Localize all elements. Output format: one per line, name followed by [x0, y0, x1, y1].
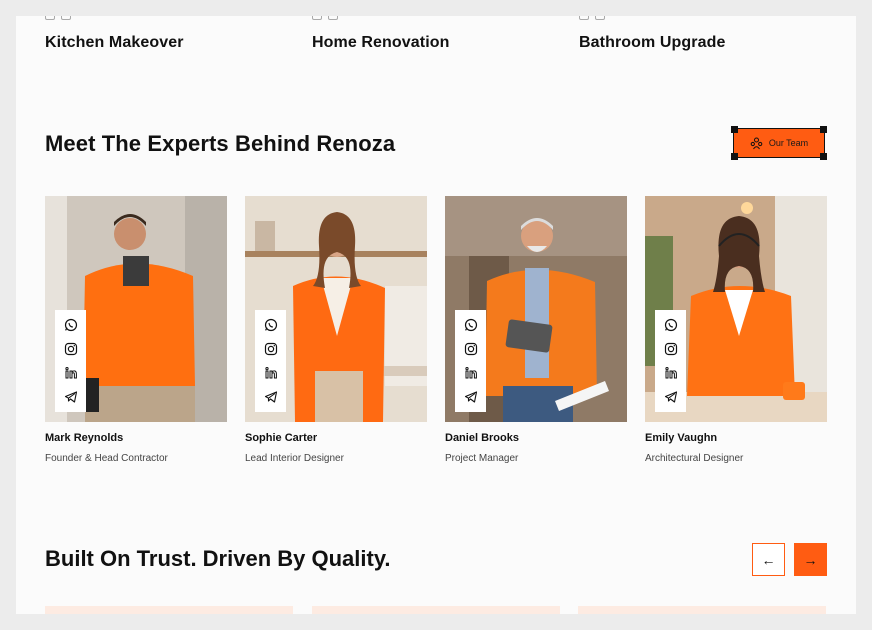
- prev-arrow-button[interactable]: ←: [752, 543, 785, 576]
- testimonial-card: [578, 606, 826, 614]
- testimonial-card: [45, 606, 293, 614]
- resize-handle[interactable]: [731, 153, 738, 160]
- linkedin-icon[interactable]: [64, 366, 78, 380]
- page: Kitchen Makeover Home Renovation Bathroo…: [16, 16, 856, 614]
- arrow-right-icon: →: [803, 551, 818, 568]
- testimonial-card: [312, 606, 560, 614]
- project-card[interactable]: Kitchen Makeover: [45, 16, 285, 76]
- linkedin-icon[interactable]: [664, 366, 678, 380]
- project-name[interactable]: Bathroom Upgrade: [579, 34, 726, 52]
- project-name[interactable]: Kitchen Makeover: [45, 34, 184, 52]
- location-icon: [45, 16, 55, 20]
- expert-photo[interactable]: [645, 196, 827, 422]
- telegram-icon[interactable]: [664, 390, 678, 404]
- expert-card[interactable]: Mark Reynolds Founder & Head Contractor: [45, 196, 227, 464]
- telegram-icon[interactable]: [64, 390, 78, 404]
- instagram-icon[interactable]: [464, 342, 478, 356]
- expert-role: Architectural Designer: [645, 453, 744, 464]
- resize-handle[interactable]: [731, 126, 738, 133]
- instagram-icon[interactable]: [64, 342, 78, 356]
- project-card[interactable]: Bathroom Upgrade: [579, 16, 819, 76]
- telegram-icon[interactable]: [464, 390, 478, 404]
- linkedin-icon[interactable]: [264, 366, 278, 380]
- expert-role: Founder & Head Contractor: [45, 453, 168, 464]
- social-links: [655, 310, 686, 412]
- expert-name[interactable]: Mark Reynolds: [45, 432, 227, 444]
- whatsapp-icon[interactable]: [264, 318, 278, 332]
- expert-name[interactable]: Emily Vaughn: [645, 432, 827, 444]
- whatsapp-icon[interactable]: [664, 318, 678, 332]
- project-meta: [312, 16, 338, 20]
- experts-heading: Meet The Experts Behind Renoza: [45, 131, 396, 156]
- resize-handle[interactable]: [820, 153, 827, 160]
- project-card[interactable]: Home Renovation: [312, 16, 552, 76]
- project-meta: [45, 16, 71, 20]
- our-team-label: Our Team: [768, 138, 809, 148]
- resize-handle[interactable]: [820, 126, 827, 133]
- expert-role: Lead Interior Designer: [245, 453, 344, 464]
- project-meta: [579, 16, 605, 20]
- expert-card[interactable]: Emily Vaughn Architectural Designer: [645, 196, 827, 464]
- calendar-icon: [328, 16, 338, 20]
- expert-name[interactable]: Sophie Carter: [245, 432, 427, 444]
- projects-strip: Kitchen Makeover Home Renovation Bathroo…: [45, 16, 845, 76]
- telegram-icon[interactable]: [264, 390, 278, 404]
- project-name[interactable]: Home Renovation: [312, 34, 450, 52]
- social-links: [55, 310, 86, 412]
- instagram-icon[interactable]: [664, 342, 678, 356]
- expert-photo[interactable]: [245, 196, 427, 422]
- next-arrow-button[interactable]: →: [794, 543, 827, 576]
- whatsapp-icon[interactable]: [64, 318, 78, 332]
- linkedin-icon[interactable]: [464, 366, 478, 380]
- location-icon: [579, 16, 589, 20]
- calendar-icon: [61, 16, 71, 20]
- expert-photo[interactable]: [445, 196, 627, 422]
- arrow-left-icon: ←: [761, 551, 776, 568]
- social-links: [455, 310, 486, 412]
- social-links: [255, 310, 286, 412]
- expert-photo[interactable]: [45, 196, 227, 422]
- expert-card[interactable]: Sophie Carter Lead Interior Designer: [245, 196, 427, 464]
- calendar-icon: [595, 16, 605, 20]
- expert-role: Project Manager: [445, 453, 519, 464]
- trust-heading: Built On Trust. Driven By Quality.: [45, 546, 391, 571]
- expert-name[interactable]: Daniel Brooks: [445, 432, 627, 444]
- our-team-button[interactable]: Our Team: [731, 126, 827, 160]
- location-icon: [312, 16, 322, 20]
- expert-card[interactable]: Daniel Brooks Project Manager: [445, 196, 627, 464]
- team-icon: [750, 137, 763, 149]
- instagram-icon[interactable]: [264, 342, 278, 356]
- whatsapp-icon[interactable]: [464, 318, 478, 332]
